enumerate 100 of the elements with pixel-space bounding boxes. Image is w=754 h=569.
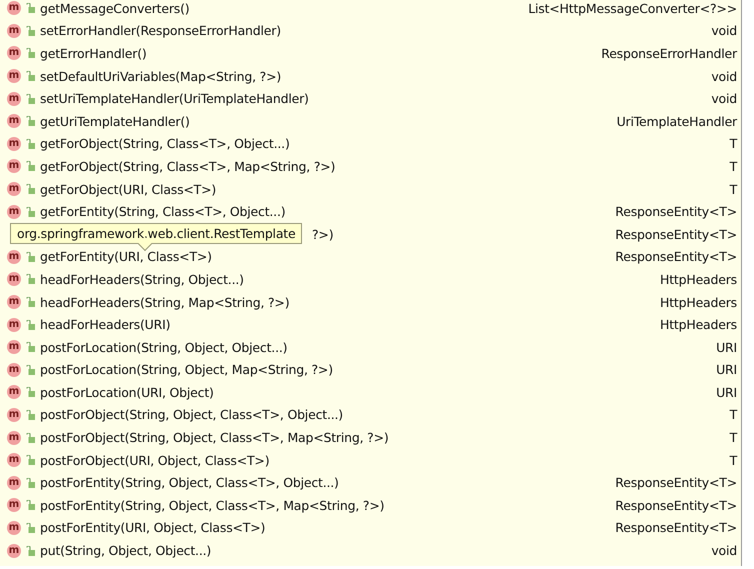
- method-item[interactable]: m setUriTemplateHandler(UriTemplateHandler) void: [0, 87, 741, 110]
- method-icon: m: [7, 362, 21, 377]
- method-signature: setDefaultUriVariables(Map<String, ?>): [40, 68, 282, 84]
- method-icon: m: [7, 520, 21, 535]
- return-type: T: [730, 136, 737, 152]
- method-item[interactable]: org.springframework.web.client.RestTemplate ?>) ResponseEntity<T>: [0, 222, 741, 246]
- method-signature: postForLocation(URI, Object): [40, 384, 214, 400]
- method-icon: m: [7, 498, 21, 512]
- method-item[interactable]: m postForEntity(String, Object, Class<T>, Object...) ResponseEntity<T>: [0, 471, 741, 494]
- method-signature: getForEntity(URI, Class<T>): [40, 249, 212, 264]
- method-signature: postForEntity(URI, Object, Class<T>): [40, 520, 266, 536]
- lock-icon: [26, 71, 35, 82]
- lock-icon: [26, 48, 35, 58]
- return-type: T: [730, 430, 737, 446]
- method-item[interactable]: m getForObject(String, Class<T>, Object...) T: [0, 132, 741, 156]
- method-item[interactable]: m getForObject(String, Class<T>, Map<String, ?>) T: [0, 155, 741, 178]
- method-item[interactable]: m getForEntity(String, Class<T>, Object...) ResponseEntity<T>: [0, 200, 741, 223]
- method-signature: headForHeaders(URI): [40, 317, 170, 332]
- return-type: void: [711, 68, 737, 84]
- method-signature: getErrorHandler(): [40, 46, 147, 61]
- method-icon: m: [7, 24, 21, 38]
- lock-icon: [26, 138, 35, 149]
- lock-icon: [26, 26, 35, 36]
- return-type: T: [730, 407, 737, 422]
- lock-icon: [26, 432, 35, 443]
- lock-icon: [26, 3, 35, 14]
- method-item[interactable]: m postForLocation(String, Object, Object...) URI: [0, 336, 741, 358]
- lock-icon: [26, 184, 35, 194]
- method-item[interactable]: m postForObject(URI, Object, Class<T>) T: [0, 448, 741, 472]
- method-item[interactable]: m headForHeaders(URI) HttpHeaders: [0, 313, 741, 336]
- lock-icon: [26, 455, 35, 466]
- method-item[interactable]: m getUriTemplateHandler() UriTemplateHandler: [0, 110, 741, 133]
- method-icon: m: [7, 408, 21, 422]
- return-type: ResponseEntity<T>: [615, 520, 737, 536]
- method-item[interactable]: m postForLocation(String, Object, Map<String, ?>) URI: [0, 358, 741, 382]
- lock-icon: [26, 522, 35, 533]
- lock-icon: [26, 364, 35, 375]
- method-item[interactable]: m getForEntity(URI, Class<T>) ResponseEntity<T>: [0, 246, 741, 268]
- method-signature: setUriTemplateHandler(UriTemplateHandler): [40, 91, 309, 106]
- return-type: void: [711, 543, 737, 558]
- lock-icon: [26, 478, 35, 488]
- return-type: ResponseEntity<T>: [615, 204, 737, 220]
- return-type: UriTemplateHandler: [616, 114, 737, 129]
- method-item[interactable]: m put(String, Object, Object...) void: [0, 539, 741, 562]
- lock-icon: [26, 387, 35, 398]
- method-item[interactable]: m getErrorHandler() ResponseErrorHandler: [0, 42, 741, 65]
- method-signature: getMessageConverters(): [40, 0, 190, 16]
- return-type: URI: [716, 362, 737, 378]
- method-icon: m: [7, 204, 21, 219]
- lock-icon: [26, 297, 35, 308]
- method-icon: m: [7, 1, 21, 16]
- lock-icon: [26, 252, 35, 262]
- method-signature: getUriTemplateHandler(): [40, 114, 190, 129]
- method-item[interactable]: m postForEntity(String, Object, Class<T>, Map<String, ?>) ResponseEntity<T>: [0, 494, 741, 517]
- method-icon: m: [7, 182, 21, 196]
- method-icon: m: [7, 250, 21, 264]
- method-item[interactable]: m getMessageConverters() List<HttpMessageConverter<?>>: [0, 0, 741, 20]
- method-signature: postForEntity(String, Object, Class<T>, Object...): [40, 475, 339, 490]
- method-item[interactable]: m getForObject(URI, Class<T>) T: [0, 178, 741, 200]
- method-icon: m: [7, 453, 21, 468]
- method-item[interactable]: m headForHeaders(String, Object...) HttpHeaders: [0, 268, 741, 291]
- return-type: T: [730, 452, 737, 468]
- method-signature: postForLocation(String, Object, Object...): [40, 340, 288, 355]
- return-type: HttpHeaders: [660, 272, 737, 287]
- method-signature: postForLocation(String, Object, Map<String, ?>): [40, 362, 333, 378]
- return-type: List<HttpMessageConverter<?>>: [528, 0, 737, 16]
- lock-icon: [26, 410, 35, 420]
- return-type: URI: [716, 340, 737, 355]
- method-signature: put(String, Object, Object...): [40, 543, 212, 558]
- method-signature: postForObject(String, Object, Class<T>, Object...): [40, 407, 343, 422]
- method-item[interactable]: m postForEntity(URI, Object, Class<T>) ResponseEntity<T>: [0, 516, 741, 540]
- return-type: URI: [716, 384, 737, 400]
- method-icon: m: [7, 430, 21, 445]
- lock-icon: [26, 320, 35, 330]
- method-item[interactable]: m setDefaultUriVariables(Map<String, ?>) void: [0, 64, 741, 88]
- method-signature: postForObject(String, Object, Class<T>, Map<String, ?>): [40, 430, 389, 446]
- method-signature: headForHeaders(String, Object...): [40, 272, 244, 287]
- method-signature: setErrorHandler(ResponseErrorHandler): [40, 23, 281, 38]
- return-type: T: [730, 158, 737, 174]
- method-icon: m: [7, 544, 21, 558]
- return-type: ResponseEntity<T>: [615, 498, 737, 513]
- method-item[interactable]: m postForObject(String, Object, Class<T>, Map<String, ?>) T: [0, 426, 741, 449]
- return-type: ResponseErrorHandler: [601, 46, 737, 61]
- method-icon: m: [7, 295, 21, 310]
- lock-icon: [26, 161, 35, 172]
- method-icon: m: [7, 136, 21, 151]
- method-item[interactable]: m setErrorHandler(ResponseErrorHandler) void: [0, 20, 741, 42]
- method-item[interactable]: m postForLocation(URI, Object) URI: [0, 381, 741, 404]
- method-signature: postForObject(URI, Object, Class<T>): [40, 452, 270, 468]
- return-type: HttpHeaders: [660, 317, 737, 332]
- method-icon: m: [7, 272, 21, 286]
- method-icon: m: [7, 92, 21, 106]
- method-signature: postForEntity(String, Object, Class<T>, Map<String, ?>): [40, 498, 384, 513]
- method-item[interactable]: m postForObject(String, Object, Class<T>, Object...) T: [0, 404, 741, 426]
- method-signature: getForObject(URI, Class<T>): [40, 182, 216, 197]
- method-icon: m: [7, 476, 21, 490]
- method-icon: m: [7, 46, 21, 60]
- method-item[interactable]: m headForHeaders(String, Map<String, ?>) HttpHeaders: [0, 290, 741, 314]
- return-type: HttpHeaders: [660, 294, 737, 310]
- method-icon: m: [7, 385, 21, 400]
